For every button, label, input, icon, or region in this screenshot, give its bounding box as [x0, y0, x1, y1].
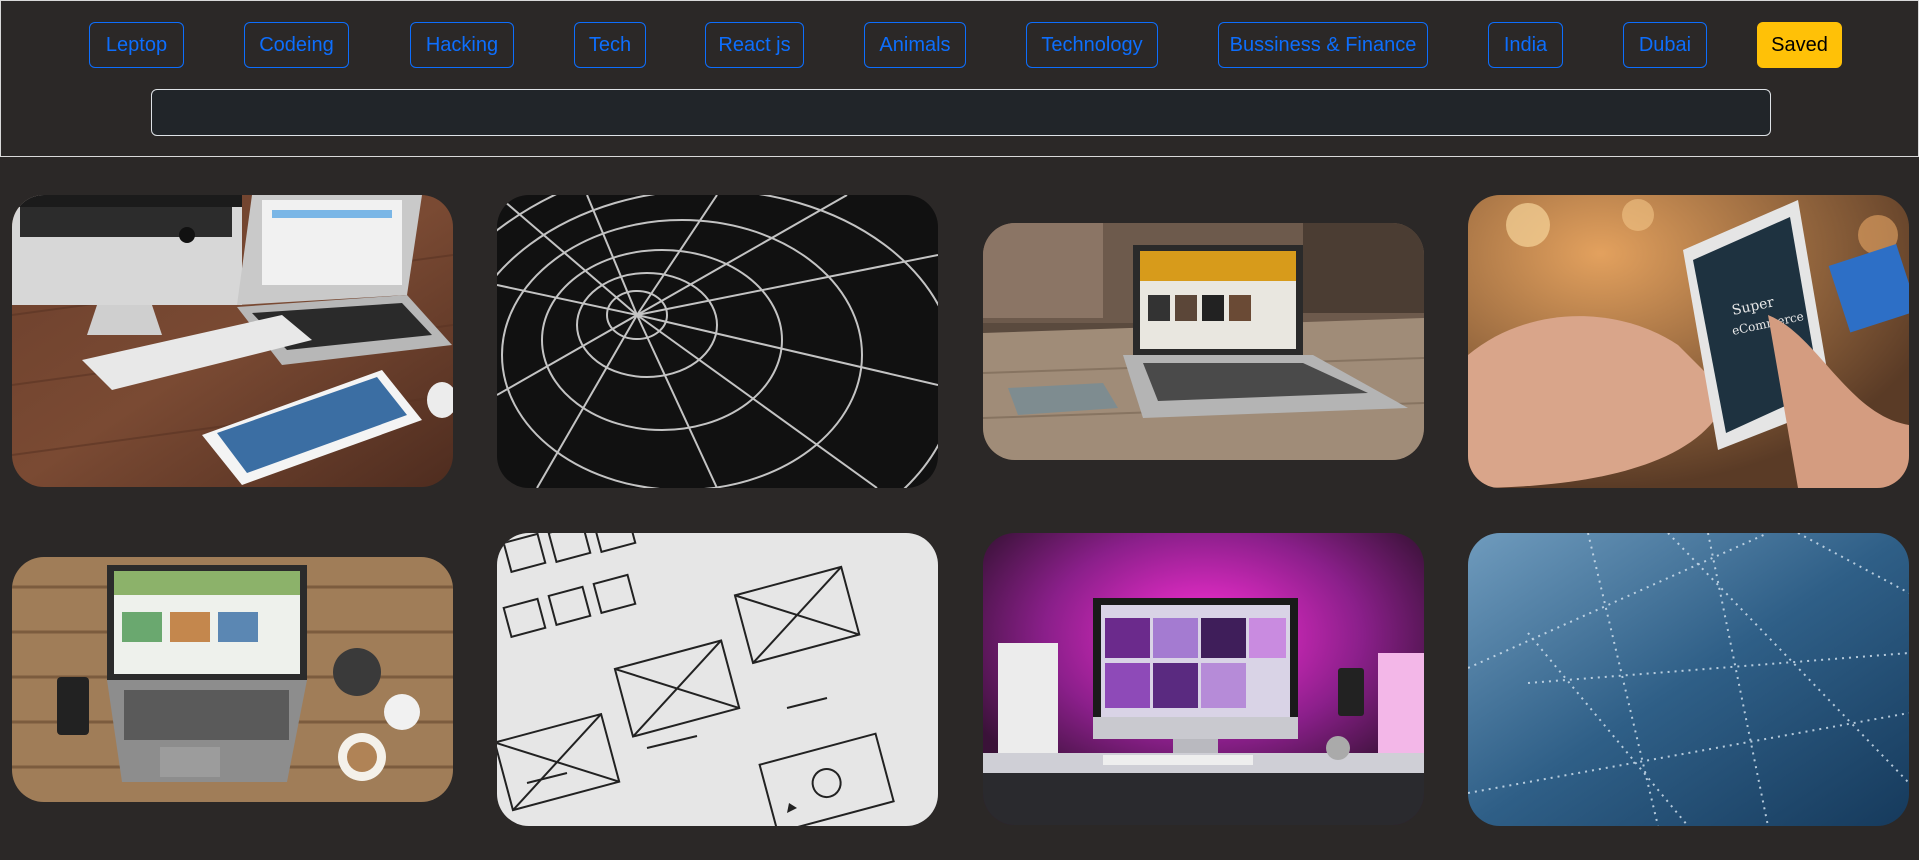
category-button-row: Leptop Codeing Hacking Tech React js Ani…: [1, 22, 1919, 70]
image-card-laptop-table[interactable]: [983, 223, 1424, 460]
search-input[interactable]: [151, 89, 1771, 136]
spider-web-dew-photo: [1468, 533, 1909, 826]
category-button-codeing[interactable]: Codeing: [244, 22, 349, 68]
category-button-react-js[interactable]: React js: [705, 22, 804, 68]
smartphone-shopping-photo: Super eCommerce: [1468, 195, 1909, 488]
image-card-spider-web[interactable]: [497, 195, 938, 488]
category-button-bussiness-finance[interactable]: Bussiness & Finance: [1218, 22, 1428, 68]
category-button-leptop[interactable]: Leptop: [89, 22, 184, 68]
image-card-imac-macbook[interactable]: [12, 195, 453, 487]
image-card-wireframe-sketch[interactable]: [497, 533, 938, 826]
category-button-india[interactable]: India: [1488, 22, 1563, 68]
imac-pink-desk-photo: [983, 533, 1424, 825]
laptop-top-view-photo: [12, 557, 453, 802]
wireframe-sketch-photo: [497, 533, 938, 826]
image-card-laptop-top-view[interactable]: [12, 557, 453, 802]
image-card-imac-pink-desk[interactable]: [983, 533, 1424, 825]
image-card-smartphone-shopping[interactable]: Super eCommerce: [1468, 195, 1909, 488]
desk-devices-photo: [12, 195, 453, 487]
saved-button[interactable]: Saved: [1757, 22, 1842, 68]
top-navbar: Leptop Codeing Hacking Tech React js Ani…: [0, 0, 1919, 157]
category-button-hacking[interactable]: Hacking: [410, 22, 514, 68]
category-button-dubai[interactable]: Dubai: [1623, 22, 1707, 68]
category-button-animals[interactable]: Animals: [864, 22, 966, 68]
category-button-technology[interactable]: Technology: [1026, 22, 1158, 68]
spider-web-photo: [497, 195, 938, 488]
image-card-spider-web-dew[interactable]: [1468, 533, 1909, 826]
category-button-tech[interactable]: Tech: [574, 22, 646, 68]
laptop-table-photo: [983, 223, 1424, 460]
